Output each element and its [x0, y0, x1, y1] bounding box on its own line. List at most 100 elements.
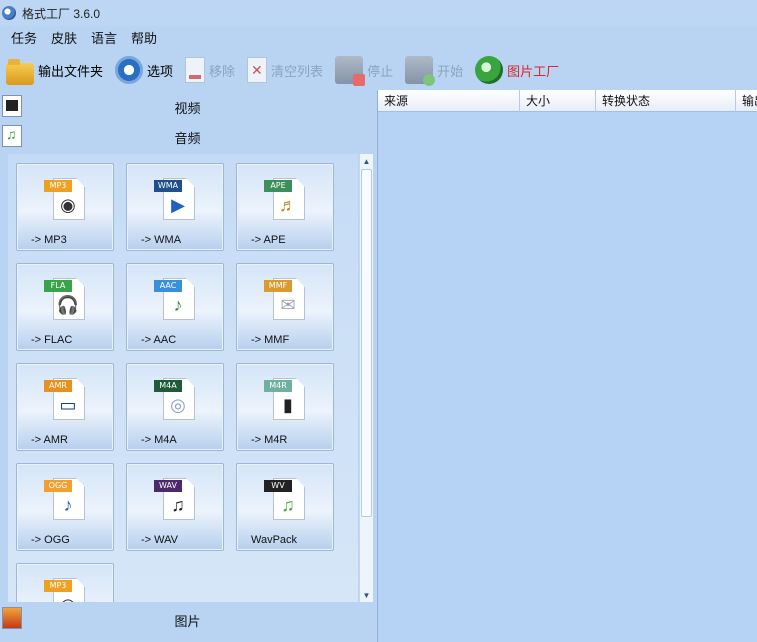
format-tile[interactable]: APE ♬ -> APE	[236, 163, 334, 251]
picture-icon	[2, 607, 22, 629]
start-icon	[405, 56, 436, 86]
format-badge: WAV	[154, 480, 182, 492]
menu-task[interactable]: 任务	[11, 28, 37, 47]
title-bar: 格式工厂 3.6.0	[0, 0, 757, 26]
remove-label: 移除	[209, 63, 236, 79]
format-badge: OGG	[44, 480, 72, 492]
format-tile-label: -> WMA	[141, 234, 182, 246]
format-badge: M4A	[154, 380, 182, 392]
format-badge: APE	[264, 180, 292, 192]
category-video[interactable]: 视频	[0, 92, 375, 122]
format-glyph-icon: ♪	[173, 295, 183, 315]
format-glyph-icon: 🎧	[56, 295, 80, 315]
format-glyph-icon: ◎	[170, 395, 186, 415]
format-tile-label: -> M4A	[141, 434, 177, 446]
audio-note-icon	[2, 125, 22, 147]
format-badge: AMR	[44, 380, 72, 392]
window-title: 格式工厂 3.6.0	[22, 6, 101, 21]
format-tile[interactable]: MP3 ◉ -> MP3	[16, 163, 114, 251]
format-glyph-icon: ▭	[59, 395, 77, 415]
column-output[interactable]: 输出	[736, 90, 757, 112]
grid-scrollbar[interactable]: ▲ ▼	[359, 154, 373, 602]
remove-button[interactable]: 移除	[185, 53, 235, 87]
audio-format-grid: MP3 ◉ -> MP3 WMA ▶ -> WMA APE ♬ -> APE FLA 🎧 -> FLA…	[8, 154, 358, 602]
column-size[interactable]: 大小	[520, 90, 596, 112]
options-label: 选项	[147, 63, 174, 79]
start-label: 开始	[437, 63, 464, 79]
format-tile-label: -> AAC	[141, 334, 177, 346]
format-tile[interactable]: M4A ◎ -> M4A	[126, 363, 224, 451]
format-glyph-icon: ♫	[281, 495, 295, 515]
column-status[interactable]: 转换状态	[596, 90, 736, 112]
format-badge: M4R	[264, 380, 292, 392]
format-glyph-icon: ♫	[171, 495, 185, 515]
format-tile[interactable]: M4R ▮ -> M4R	[236, 363, 334, 451]
format-tile[interactable]: OGG ♪ -> OGG	[16, 463, 114, 551]
format-tile[interactable]: WMA ▶ -> WMA	[126, 163, 224, 251]
format-glyph-icon: ♪	[63, 495, 73, 515]
clear-list-button[interactable]: 清空列表	[247, 53, 323, 87]
stop-button[interactable]: 停止	[335, 53, 393, 87]
format-tile-label: -> M4R	[251, 434, 288, 446]
menu-bar: 任务 皮肤 语言 帮助	[0, 26, 757, 48]
format-tile[interactable]: WAV ♫ -> WAV	[126, 463, 224, 551]
menu-language[interactable]: 语言	[91, 28, 117, 47]
app-icon	[2, 6, 16, 20]
category-video-label: 视频	[174, 100, 201, 116]
format-tile-label: -> MP3	[31, 234, 67, 246]
picture-factory-button[interactable]: 图片工厂	[475, 53, 559, 87]
format-tile[interactable]: MMF ✉ -> MMF	[236, 263, 334, 351]
format-glyph-icon: ✉	[280, 295, 296, 315]
picture-factory-label: 图片工厂	[507, 63, 560, 79]
format-tile-label: -> MMF	[251, 334, 290, 346]
toolbar: 输出文件夹 选项 移除 清空列表 停止 开始 图片工厂	[0, 50, 757, 90]
scroll-thumb[interactable]	[361, 169, 372, 517]
menu-help[interactable]: 帮助	[131, 28, 157, 47]
category-panel: 视频 音频 MP3 ◉ -> MP3 WMA ▶ -> WMA APE ♬ -> APE FLA 🎧…	[0, 92, 375, 642]
format-glyph-icon: ▮	[283, 395, 293, 415]
task-list: 来源 大小 转换状态 输出	[377, 90, 757, 642]
format-badge: MP3	[44, 180, 72, 192]
format-badge: WV	[264, 480, 292, 492]
category-audio[interactable]: 音频	[0, 122, 375, 152]
format-tile[interactable]: AMR ▭ -> AMR	[16, 363, 114, 451]
scroll-up-arrow-icon[interactable]: ▲	[360, 154, 373, 168]
format-tile-label: -> FLAC	[31, 334, 73, 346]
folder-icon	[6, 59, 34, 85]
format-tile[interactable]: AAC ♪ -> AAC	[126, 263, 224, 351]
format-tile[interactable]: FLA 🎧 -> FLAC	[16, 263, 114, 351]
format-glyph-icon: ♬	[279, 195, 297, 215]
video-clapper-icon	[2, 95, 22, 117]
format-tile-label: -> OGG	[31, 534, 70, 546]
stop-label: 停止	[367, 63, 394, 79]
format-glyph-icon: ◉	[60, 195, 76, 215]
format-tile-label: -> WAV	[141, 534, 178, 546]
format-tile[interactable]: MP3 ◉	[16, 563, 114, 602]
format-glyph-icon: ▶	[171, 195, 185, 215]
category-audio-label: 音频	[174, 130, 201, 146]
output-folder-button[interactable]: 输出文件夹	[6, 53, 103, 87]
format-glyph-icon: ◉	[56, 594, 80, 602]
format-tile-label: -> AMR	[31, 434, 68, 446]
format-badge: WMA	[154, 180, 182, 192]
options-icon	[115, 56, 144, 84]
start-button[interactable]: 开始	[405, 53, 463, 87]
format-badge: FLA	[44, 280, 72, 292]
column-source[interactable]: 来源	[378, 90, 520, 112]
format-badge: MMF	[264, 280, 292, 292]
category-picture[interactable]: 图片	[0, 604, 375, 636]
format-badge: MP3	[44, 580, 72, 592]
options-button[interactable]: 选项	[115, 53, 173, 87]
clear-list-icon	[247, 57, 268, 83]
output-folder-label: 输出文件夹	[38, 63, 104, 79]
remove-icon	[185, 57, 206, 83]
category-picture-label: 图片	[174, 613, 201, 629]
format-tile-label: -> APE	[251, 234, 286, 246]
scroll-down-arrow-icon[interactable]: ▼	[360, 588, 373, 602]
stop-icon	[335, 56, 366, 86]
picture-factory-icon	[475, 56, 504, 84]
clear-list-label: 清空列表	[271, 63, 324, 79]
format-tile-label: WavPack	[251, 534, 298, 546]
format-tile[interactable]: WV ♫ WavPack	[236, 463, 334, 551]
menu-skin[interactable]: 皮肤	[51, 28, 77, 47]
